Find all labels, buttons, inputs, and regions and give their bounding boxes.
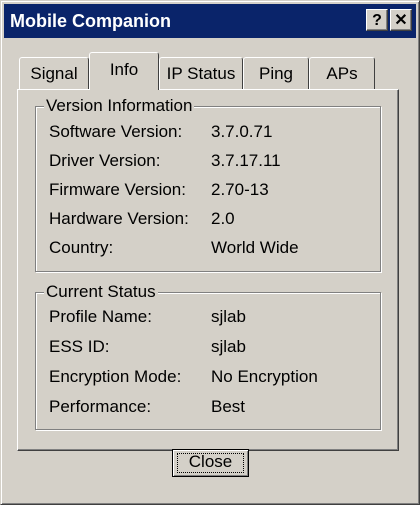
info-tab-panel: Version Information Software Version: 3.… xyxy=(17,89,399,451)
tab-info[interactable]: Info xyxy=(89,52,159,90)
tab-aps[interactable]: APs xyxy=(309,57,375,90)
version-info-title: Version Information xyxy=(44,96,195,116)
tab-ip-status[interactable]: IP Status xyxy=(159,57,243,90)
dialog-window: Mobile Companion ? ✕ Signal Info IP Stat… xyxy=(0,0,420,505)
profile-name-label: Profile Name: xyxy=(49,307,152,326)
firmware-version-value: 2.70-13 xyxy=(211,180,269,199)
tab-label: APs xyxy=(326,64,358,83)
tab-label: Ping xyxy=(258,64,294,83)
help-icon: ? xyxy=(372,12,382,29)
profile-name-value: sjlab xyxy=(211,307,246,326)
encryption-mode-value: No Encryption xyxy=(211,367,318,386)
hardware-version-value: 2.0 xyxy=(211,209,235,228)
country-value: World Wide xyxy=(211,238,299,257)
tab-label: Signal xyxy=(30,64,78,83)
driver-version-label: Driver Version: xyxy=(49,151,161,170)
encryption-mode-label: Encryption Mode: xyxy=(49,367,182,386)
ess-id-value: sjlab xyxy=(211,337,246,356)
close-button[interactable]: Close xyxy=(172,449,249,477)
version-info-group: Version Information Software Version: 3.… xyxy=(35,96,381,272)
driver-version-value: 3.7.17.11 xyxy=(211,151,281,170)
title-close-button[interactable]: ✕ xyxy=(390,9,412,31)
close-icon: ✕ xyxy=(394,12,408,29)
tab-label: Info xyxy=(109,60,139,79)
current-status-title: Current Status xyxy=(44,282,158,302)
tab-label: IP Status xyxy=(166,64,236,83)
performance-value: Best xyxy=(211,397,246,416)
help-button[interactable]: ? xyxy=(366,9,388,31)
title-bar[interactable]: Mobile Companion ? ✕ xyxy=(4,4,416,38)
country-label: Country: xyxy=(49,238,114,257)
ess-id-label: ESS ID: xyxy=(49,337,110,356)
tab-ping[interactable]: Ping xyxy=(243,57,309,90)
performance-label: Performance: xyxy=(49,397,152,416)
current-status-group: Current Status Profile Name: sjlab ESS I… xyxy=(35,282,381,430)
window-title: Mobile Companion xyxy=(10,11,171,31)
hardware-version-label: Hardware Version: xyxy=(49,209,189,228)
software-version-label: Software Version: xyxy=(49,122,183,141)
tab-signal[interactable]: Signal xyxy=(19,57,89,90)
close-button-label: Close xyxy=(188,452,233,471)
software-version-value: 3.7.0.71 xyxy=(211,122,273,141)
firmware-version-label: Firmware Version: xyxy=(49,180,186,199)
